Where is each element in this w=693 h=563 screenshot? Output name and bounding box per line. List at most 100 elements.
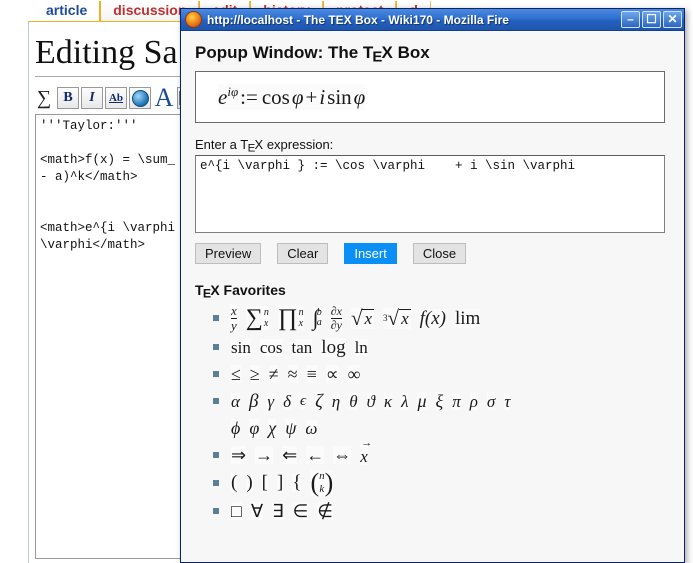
approx-symbol[interactable]: ≈ bbox=[287, 365, 298, 384]
vector-x-symbol[interactable]: x bbox=[360, 438, 372, 466]
chi-symbol[interactable]: χ bbox=[268, 419, 277, 438]
omega-symbol[interactable]: ω bbox=[305, 419, 318, 437]
kappa-symbol[interactable]: κ bbox=[383, 392, 393, 410]
italic-icon[interactable]: I bbox=[81, 87, 103, 109]
right-paren-symbol[interactable]: ) bbox=[246, 473, 253, 493]
ln-symbol[interactable]: ln bbox=[354, 338, 368, 356]
partial-derivative-symbol[interactable]: ∂x ∂y bbox=[330, 304, 342, 332]
square-root-symbol[interactable]: √ x bbox=[350, 307, 375, 329]
exists-symbol[interactable]: ∃ bbox=[272, 501, 284, 520]
rendered-formula: eiφ:= cosφ+isinφ bbox=[218, 84, 366, 110]
partial-numerator: ∂x bbox=[330, 304, 342, 319]
tan-symbol[interactable]: tan bbox=[291, 338, 313, 356]
wiki-tab-article[interactable]: article bbox=[34, 1, 101, 22]
cos-symbol[interactable]: cos bbox=[259, 338, 283, 356]
favorites-row-arrows: ⇒ → ⇐ ← ⇔ x bbox=[195, 438, 684, 467]
close-dialog-button[interactable]: Close bbox=[412, 243, 467, 264]
limit-symbol[interactable]: lim bbox=[454, 308, 481, 328]
close-button[interactable]: ✕ bbox=[663, 11, 682, 28]
sum-icon[interactable]: ∑ bbox=[33, 87, 55, 109]
double-right-arrow-icon[interactable]: ⇒ bbox=[231, 446, 247, 465]
box-symbol[interactable]: □ bbox=[231, 501, 242, 520]
maximize-button[interactable]: ☐ bbox=[642, 11, 661, 28]
product-upper-limit: n bbox=[298, 307, 304, 319]
varphi-symbol[interactable]: φ bbox=[249, 419, 260, 438]
vartheta-symbol[interactable]: ϑ bbox=[366, 392, 375, 410]
pi-symbol[interactable]: π bbox=[452, 392, 461, 410]
not-element-of-symbol[interactable]: ∉ bbox=[317, 501, 333, 520]
tex-input-label-prefix: Enter a T bbox=[195, 137, 249, 152]
tau-symbol[interactable]: τ bbox=[504, 392, 511, 410]
tex-expression-input[interactable]: e^{i \varphi } := \cos \varphi + i \sin … bbox=[195, 155, 665, 233]
rho-symbol[interactable]: ρ bbox=[469, 392, 478, 410]
double-left-right-arrow-icon[interactable]: ⇔ bbox=[333, 446, 352, 465]
bold-icon[interactable]: B bbox=[57, 87, 79, 109]
psi-symbol[interactable]: ψ bbox=[285, 419, 297, 438]
eta-symbol[interactable]: η bbox=[331, 392, 341, 410]
cube-root-symbol[interactable]: 3 √ x bbox=[383, 307, 411, 329]
xi-symbol[interactable]: ξ bbox=[435, 392, 444, 411]
fraction-numerator: x bbox=[231, 303, 237, 318]
sigma-symbol[interactable]: σ bbox=[486, 392, 496, 410]
beta-symbol[interactable]: β bbox=[248, 391, 259, 411]
double-left-arrow-icon[interactable]: ⇐ bbox=[282, 446, 298, 465]
not-equal-symbol[interactable]: ≠ bbox=[268, 365, 279, 384]
formula-assign: := bbox=[240, 85, 258, 109]
internal-link-icon[interactable]: Ab bbox=[105, 87, 127, 109]
left-arrow-icon[interactable]: ← bbox=[306, 446, 325, 465]
minimize-button[interactable]: – bbox=[621, 11, 640, 28]
dialog-button-row: Preview Clear Insert Close bbox=[195, 243, 684, 264]
preview-button[interactable]: Preview bbox=[195, 243, 262, 264]
delta-symbol[interactable]: δ bbox=[283, 392, 292, 410]
firefox-icon bbox=[185, 11, 202, 28]
binomial-coefficient-symbol[interactable]: ( n k ) bbox=[310, 469, 334, 496]
zeta-symbol[interactable]: ζ bbox=[315, 391, 323, 411]
product-symbol[interactable]: ∏ n x bbox=[277, 306, 304, 331]
for-all-symbol[interactable]: ∀ bbox=[250, 501, 264, 520]
infinity-symbol[interactable]: ∞ bbox=[347, 365, 361, 384]
proportional-symbol[interactable]: ∝ bbox=[325, 365, 339, 384]
favorites-row-functions: sin cos tan log ln bbox=[195, 335, 684, 359]
fraction-symbol[interactable]: x y bbox=[231, 303, 237, 333]
favorites-heading: TEX Favorites bbox=[195, 282, 684, 301]
mu-symbol[interactable]: μ bbox=[417, 392, 427, 411]
equivalent-symbol[interactable]: ≡ bbox=[306, 365, 317, 384]
epsilon-symbol[interactable]: ϵ bbox=[300, 393, 307, 409]
popup-body: Popup Window: The TEX Box eiφ:= cosφ+isin… bbox=[181, 31, 684, 562]
external-link-icon[interactable] bbox=[129, 87, 151, 109]
function-notation-symbol[interactable]: f(x) bbox=[419, 308, 446, 328]
sin-symbol[interactable]: sin bbox=[231, 338, 251, 356]
right-bracket-symbol[interactable]: ] bbox=[276, 473, 284, 493]
left-bracket-symbol[interactable]: [ bbox=[261, 473, 268, 493]
favorites-row-logic: □ ∀ ∃ ∈ ∉ bbox=[195, 499, 684, 523]
sum-upper-limit: n bbox=[263, 307, 269, 319]
gamma-symbol[interactable]: γ bbox=[267, 392, 275, 410]
lambda-symbol[interactable]: λ bbox=[401, 392, 409, 410]
clear-button[interactable]: Clear bbox=[277, 243, 329, 264]
formula-phi-2: φ bbox=[353, 85, 366, 109]
tex-input-label-e: E bbox=[247, 142, 256, 155]
popup-titlebar[interactable]: http://localhost - The TEX Box - Wiki170… bbox=[181, 9, 684, 31]
insert-button[interactable]: Insert bbox=[344, 243, 397, 264]
right-arrow-icon[interactable]: → bbox=[255, 446, 274, 465]
popup-heading: Popup Window: The TEX Box bbox=[195, 43, 684, 65]
tex-input-label-suffix: X expression: bbox=[254, 137, 334, 152]
favorites-row-greek-1: α β γ δ ϵ ζ η θ ϑ κ λ μ ξ π ρ σ τ bbox=[195, 389, 684, 413]
big-a-icon[interactable]: A bbox=[153, 83, 175, 112]
left-paren-symbol[interactable]: ( bbox=[231, 473, 238, 493]
window-title: http://localhost - The TEX Box - Wiki170… bbox=[207, 12, 509, 27]
left-brace-symbol[interactable]: { bbox=[292, 473, 302, 493]
log-symbol[interactable]: log bbox=[321, 337, 346, 357]
integral-symbol[interactable]: ∫ b a bbox=[312, 307, 322, 330]
greater-equal-symbol[interactable]: ≥ bbox=[249, 365, 260, 384]
alpha-symbol[interactable]: α bbox=[231, 392, 240, 410]
less-equal-symbol[interactable]: ≤ bbox=[231, 365, 241, 384]
summation-symbol[interactable]: ∑ n x bbox=[245, 306, 269, 331]
formula-sin: sin bbox=[327, 85, 352, 109]
formula-preview-box: eiφ:= cosφ+isinφ bbox=[195, 71, 665, 123]
theta-symbol[interactable]: θ bbox=[349, 392, 358, 410]
element-of-symbol[interactable]: ∈ bbox=[292, 501, 309, 520]
tex-box-popup-window: http://localhost - The TEX Box - Wiki170… bbox=[180, 8, 685, 563]
phi-symbol[interactable]: ϕ bbox=[231, 419, 241, 438]
favorites-row-greek-2: ϕ φ χ ψ ω bbox=[195, 416, 684, 440]
